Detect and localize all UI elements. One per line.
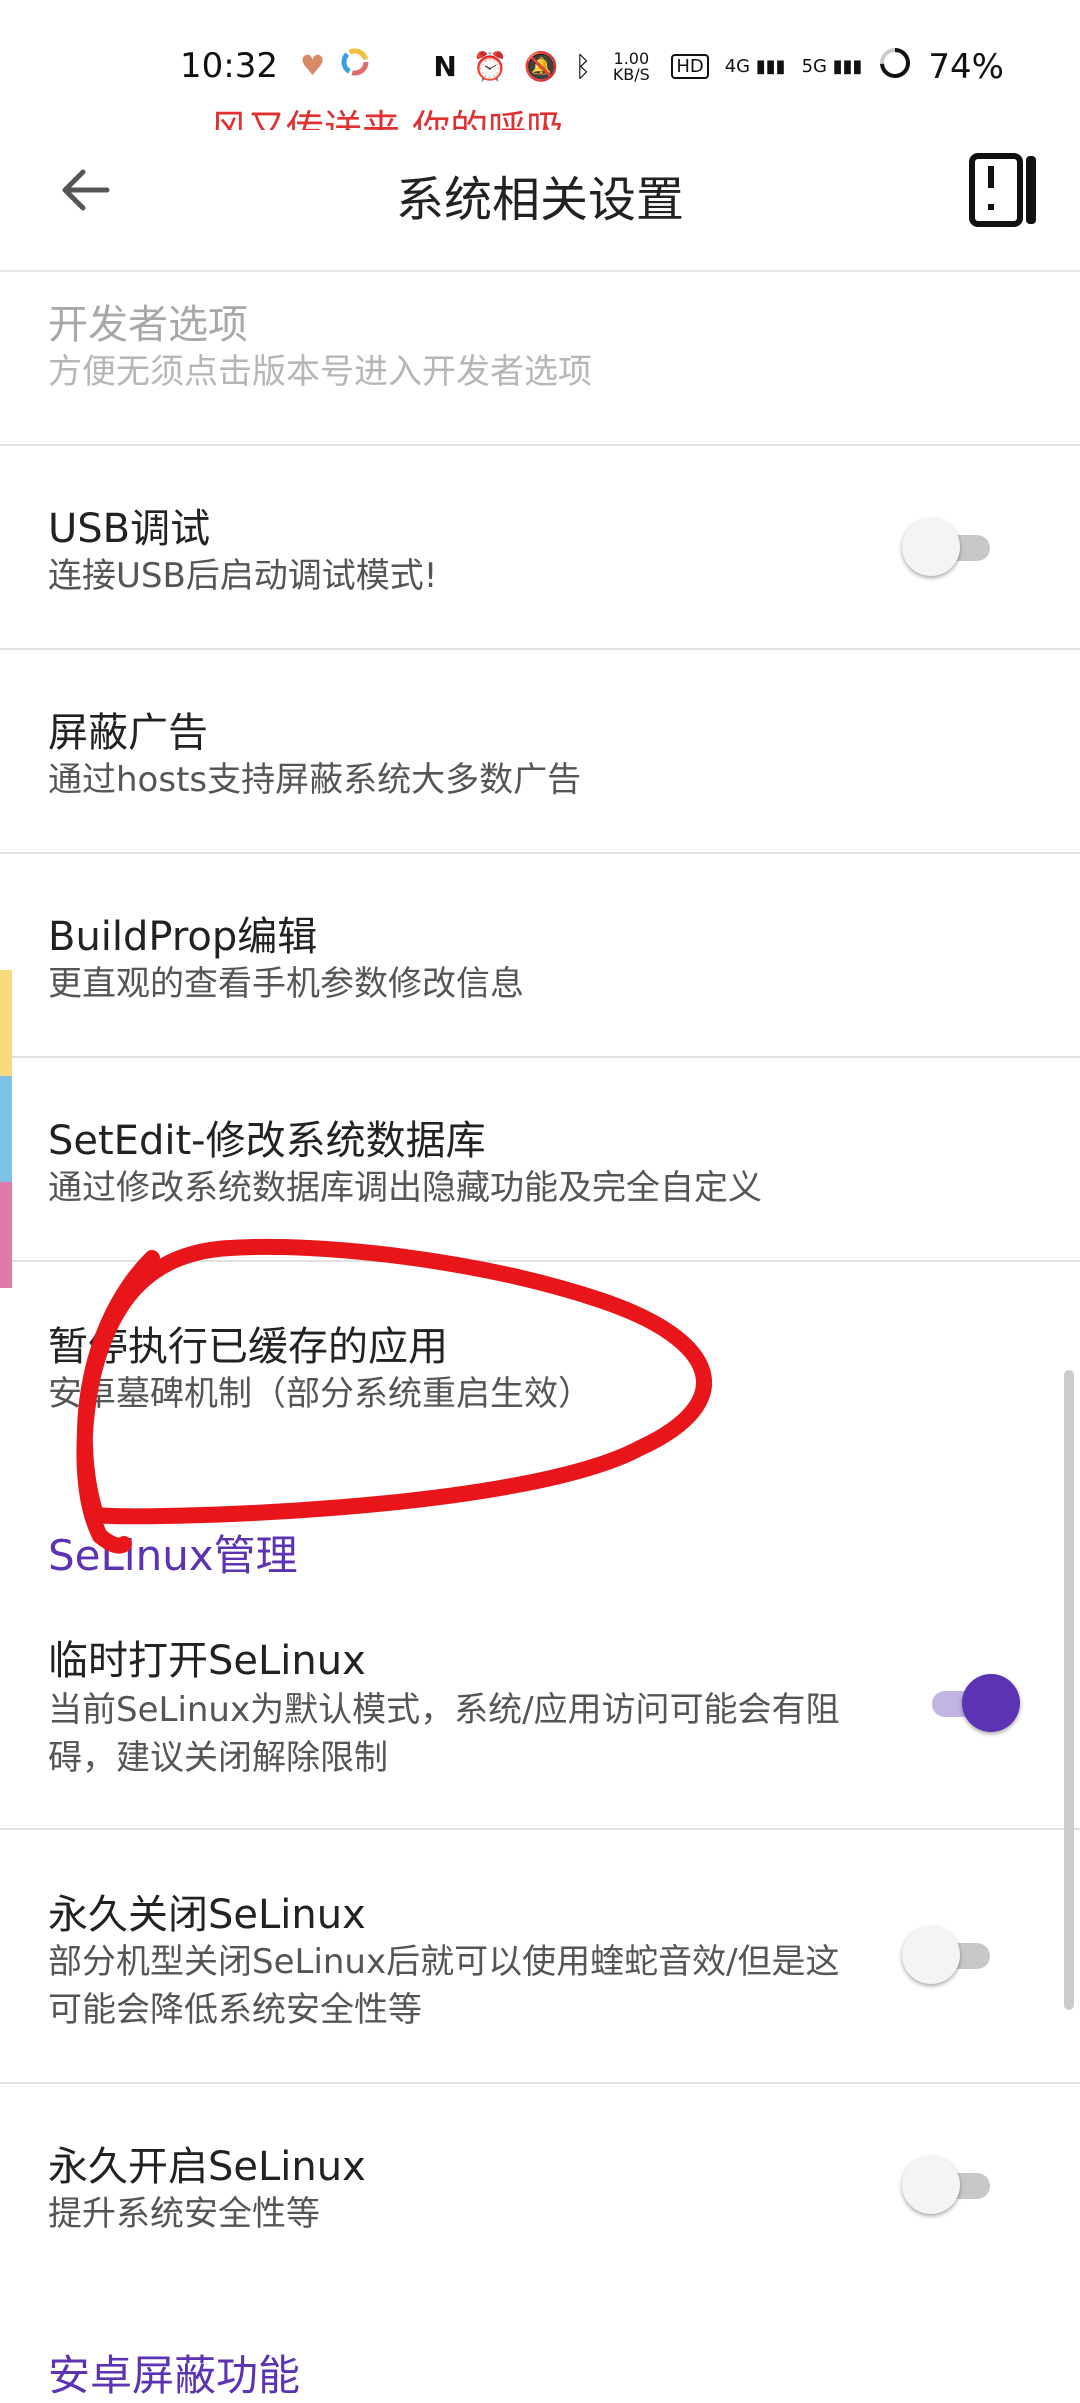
app-bar: 系统相关设置 xyxy=(0,130,1080,272)
setting-freeze-cached-apps[interactable]: 暂停执行已缓存的应用 安卓墓碑机制（部分系统重启生效） xyxy=(0,1262,1080,1482)
setting-selinux-perm-on[interactable]: 永久开启SeLinux 提升系统安全性等 xyxy=(0,2084,1080,2304)
section-header-selinux: SeLinux管理 xyxy=(48,1531,298,1580)
setting-subtitle: 部分机型关闭SeLinux后就可以使用蝰蛇音效/但是这可能会降低系统安全性等 xyxy=(48,1942,840,2030)
setting-usb-debugging[interactable]: USB调试 连接USB后启动调试模式! xyxy=(0,446,1080,650)
setting-selinux-perm-off[interactable]: 永久关闭SeLinux 部分机型关闭SeLinux后就可以使用蝰蛇音效/但是这可… xyxy=(0,1830,1080,2084)
status-time: 10:32 xyxy=(180,46,278,86)
setting-subtitle: 通过hosts支持屏蔽系统大多数广告 xyxy=(48,760,582,800)
battery-percent: 74% xyxy=(928,46,1004,87)
setting-subtitle: 方便无须点击版本号进入开发者选项 xyxy=(48,352,592,392)
nfc-icon: N xyxy=(433,50,457,83)
selinux-temp-switch[interactable] xyxy=(924,1674,1020,1734)
selinux-perm-on-switch[interactable] xyxy=(902,2156,998,2216)
setting-subtitle: 连接USB后启动调试模式! xyxy=(48,556,438,596)
device-toggle-button[interactable] xyxy=(964,150,1044,230)
setting-title: BuildProp编辑 xyxy=(48,914,318,960)
device-icon xyxy=(969,153,1036,227)
alarm-icon: ⏰ xyxy=(472,50,508,83)
bluetooth-icon: ᛒ xyxy=(574,50,592,83)
edge-color-strip-blue[interactable] xyxy=(0,1076,12,1182)
setting-title: 开发者选项 xyxy=(48,302,248,348)
setting-title: 永久开启SeLinux xyxy=(48,2144,366,2190)
mute-icon: 🔕 xyxy=(523,50,559,83)
usb-debug-switch[interactable] xyxy=(902,518,998,578)
setting-subtitle: 安卓墓碑机制（部分系统重启生效） xyxy=(48,1374,592,1414)
setting-developer-options[interactable]: 开发者选项 方便无须点击版本号进入开发者选项 xyxy=(0,272,1080,446)
edge-color-strip-yellow[interactable] xyxy=(0,970,12,1076)
signal-4g-label: 4G xyxy=(724,56,751,77)
setting-ad-block[interactable]: 屏蔽广告 通过hosts支持屏蔽系统大多数广告 xyxy=(0,650,1080,854)
status-right-icons: N ⏰ 🔕 ᛒ 1.00 KB/S HD 4G ▮▮▮ 5G ▮▮▮ 74% xyxy=(433,46,1004,87)
setting-title: 临时打开SeLinux xyxy=(48,1638,366,1684)
app-ring-icon xyxy=(339,46,371,85)
battery-icon xyxy=(878,46,912,87)
hd-badge: HD xyxy=(671,54,709,79)
setting-title: 屏蔽广告 xyxy=(48,710,208,756)
edge-color-strip-pink[interactable] xyxy=(0,1182,12,1288)
signal-5g: 5G ▮▮▮ xyxy=(801,56,863,77)
setting-title: 暂停执行已缓存的应用 xyxy=(48,1324,448,1370)
setting-title: 永久关闭SeLinux xyxy=(48,1892,366,1938)
scrollbar[interactable] xyxy=(1064,1370,1074,2010)
status-bar: 10:32 ♥ N ⏰ 🔕 ᛒ 1.00 KB/S HD 4G ▮▮▮ 5G ▮… xyxy=(0,0,1080,151)
selinux-perm-off-switch[interactable] xyxy=(902,1926,998,1986)
setting-subtitle: 更直观的查看手机参数修改信息 xyxy=(48,964,524,1004)
setting-title: USB调试 xyxy=(48,506,211,552)
setting-subtitle: 通过修改系统数据库调出隐藏功能及完全自定义 xyxy=(48,1168,762,1208)
signal-4g: 4G ▮▮▮ xyxy=(724,56,786,77)
net-speed: 1.00 KB/S xyxy=(612,48,650,84)
setting-setedit[interactable]: SetEdit-修改系统数据库 通过修改系统数据库调出隐藏功能及完全自定义 xyxy=(0,1058,1080,1262)
setting-subtitle: 提升系统安全性等 xyxy=(48,2194,320,2234)
page-title: 系统相关设置 xyxy=(395,172,684,228)
section-header-android-block: 安卓屏蔽功能 xyxy=(48,2351,301,2400)
setting-title: SetEdit-修改系统数据库 xyxy=(48,1118,486,1164)
setting-subtitle: 当前SeLinux为默认模式，系统/应用访问可能会有阻碍，建议关闭解除限制 xyxy=(48,1690,840,1778)
setting-buildprop[interactable]: BuildProp编辑 更直观的查看手机参数修改信息 xyxy=(0,854,1080,1058)
setting-selinux-temp-open[interactable]: 临时打开SeLinux 当前SeLinux为默认模式，系统/应用访问可能会有阻碍… xyxy=(0,1610,1080,1830)
health-icon: ♥ xyxy=(300,49,326,82)
status-left-icons: ♥ xyxy=(300,46,371,85)
signal-5g-label: 5G xyxy=(801,56,827,77)
